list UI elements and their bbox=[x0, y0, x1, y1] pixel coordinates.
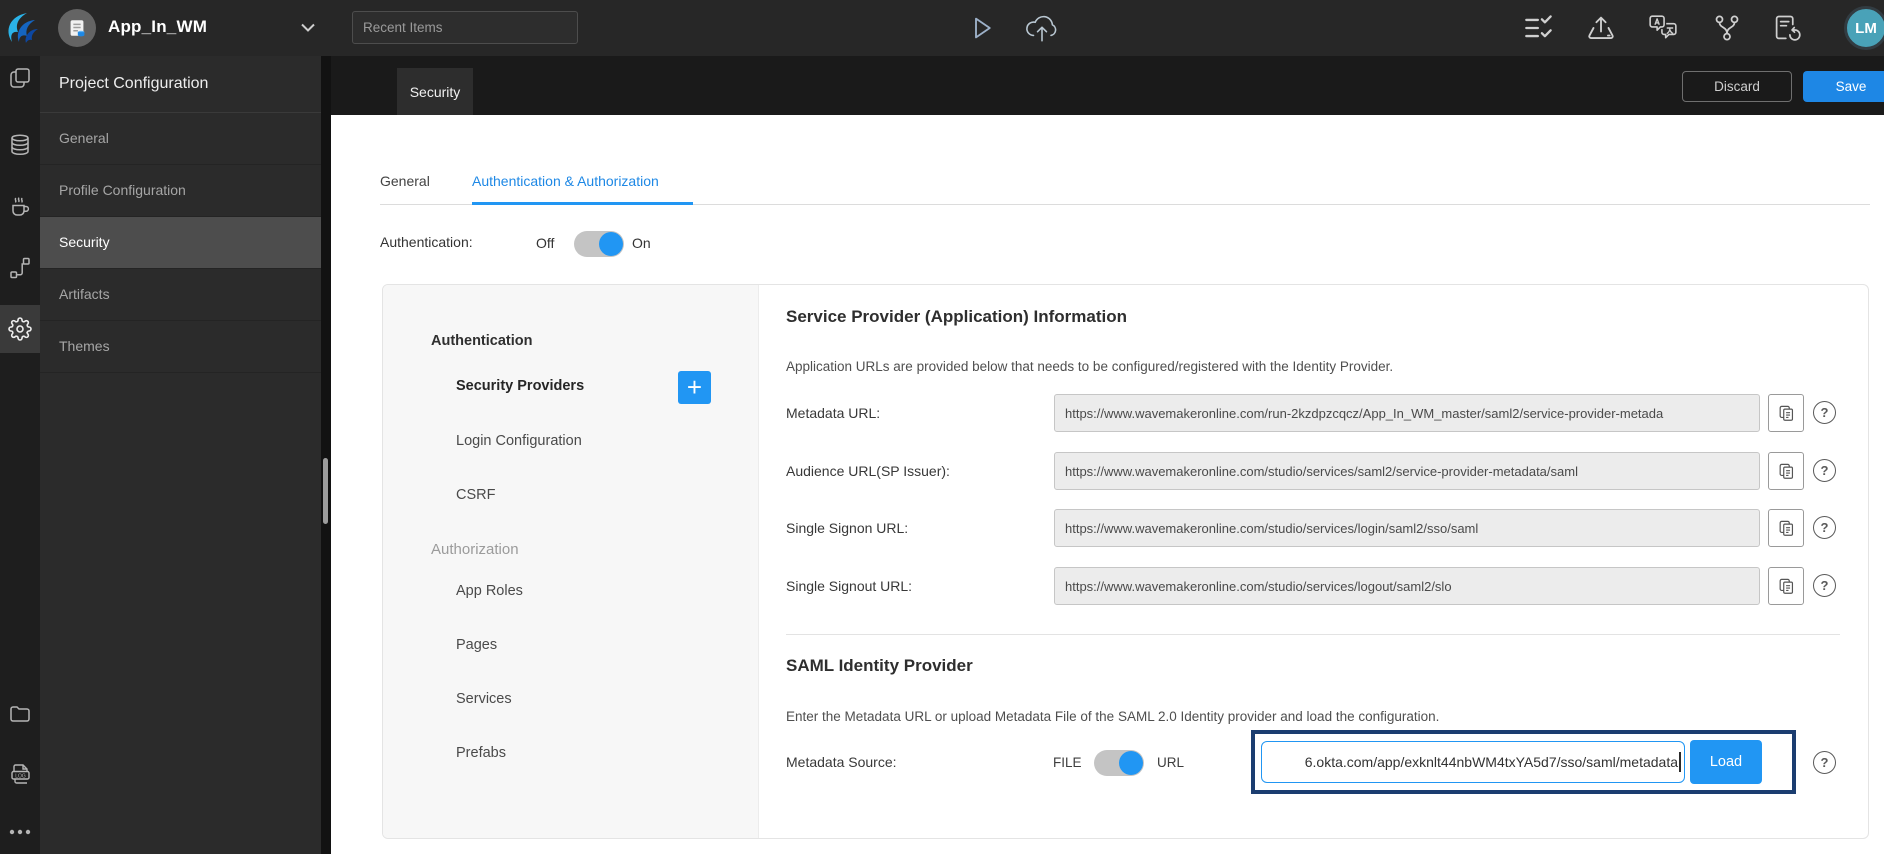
sidebar-item-artifacts[interactable]: Artifacts bbox=[40, 269, 321, 321]
metadata-source-label: Metadata Source: bbox=[786, 754, 897, 770]
metadata-url-help-icon[interactable]: ? bbox=[1813, 401, 1836, 424]
metadata-url-row: Metadata URL: ? bbox=[759, 394, 1868, 432]
metadata-url-label: Metadata URL: bbox=[786, 405, 881, 421]
java-services-icon[interactable] bbox=[8, 195, 32, 219]
audience-url-label: Audience URL(SP Issuer): bbox=[786, 463, 950, 479]
project-configuration-sidebar: Project Configuration General Profile Co… bbox=[40, 56, 321, 854]
add-security-provider-button[interactable] bbox=[678, 371, 711, 404]
nav-item-login-configuration[interactable]: Login Configuration bbox=[456, 431, 582, 451]
audience-url-row: Audience URL(SP Issuer): ? bbox=[759, 452, 1868, 490]
copy-single-signon-button[interactable] bbox=[1768, 509, 1804, 547]
logs-icon[interactable]: LOG bbox=[8, 762, 32, 786]
idp-metadata-url-input[interactable]: 6.okta.com/app/exknlt44nbWM4txYA5d7/sso/… bbox=[1261, 741, 1685, 783]
authentication-toggle[interactable] bbox=[574, 231, 624, 257]
deploy-cloud-upload-icon[interactable] bbox=[1024, 13, 1060, 43]
run-app-icon[interactable] bbox=[966, 13, 996, 43]
language-translate-icon[interactable] bbox=[1648, 13, 1678, 43]
active-tab-underline bbox=[472, 202, 693, 205]
pages-icon[interactable] bbox=[8, 66, 32, 90]
single-signout-help-icon[interactable]: ? bbox=[1813, 574, 1836, 597]
metadata-source-toggle-knob bbox=[1119, 751, 1143, 775]
nav-item-security-providers[interactable]: Security Providers bbox=[456, 376, 584, 396]
nav-item-pages[interactable]: Pages bbox=[456, 635, 497, 655]
toggle-off-label: Off bbox=[536, 235, 555, 251]
export-icon[interactable] bbox=[1586, 13, 1616, 43]
load-button[interactable]: Load bbox=[1690, 740, 1762, 784]
metadata-url-highlight-box: 6.okta.com/app/exknlt44nbWM4txYA5d7/sso/… bbox=[1251, 730, 1796, 794]
document-tab-security[interactable]: Security bbox=[397, 68, 473, 115]
sidebar-scroll-track[interactable] bbox=[321, 56, 331, 854]
sidebar-item-themes[interactable]: Themes bbox=[40, 321, 321, 373]
metadata-url-field[interactable] bbox=[1054, 394, 1760, 432]
copy-audience-url-button[interactable] bbox=[1768, 452, 1804, 490]
audience-url-field[interactable] bbox=[1054, 452, 1760, 490]
single-signout-label: Single Signout URL: bbox=[786, 578, 913, 594]
audience-url-help-icon[interactable]: ? bbox=[1813, 459, 1836, 482]
vcs-branch-icon[interactable] bbox=[1712, 13, 1742, 43]
document-tab-strip: Security Discard Save bbox=[331, 56, 1884, 115]
nav-item-csrf[interactable]: CSRF bbox=[456, 485, 495, 505]
save-button[interactable]: Save bbox=[1803, 71, 1884, 102]
main-content: Security Discard Save General Authentica… bbox=[331, 56, 1884, 854]
tab-authentication-authorization[interactable]: Authentication & Authorization bbox=[472, 171, 659, 191]
metadata-source-url-label: URL bbox=[1157, 755, 1185, 770]
file-sync-icon[interactable] bbox=[1772, 13, 1802, 43]
more-options-icon[interactable] bbox=[8, 828, 32, 852]
nav-item-prefabs[interactable]: Prefabs bbox=[456, 743, 506, 763]
nav-section-authentication: Authentication bbox=[431, 333, 533, 349]
copy-single-signout-button[interactable] bbox=[1768, 567, 1804, 605]
metadata-source-toggle[interactable] bbox=[1094, 750, 1144, 776]
file-explorer-folder-icon[interactable] bbox=[8, 702, 32, 726]
single-signon-help-icon[interactable]: ? bbox=[1813, 516, 1836, 539]
single-signout-row: Single Signout URL: ? bbox=[759, 567, 1868, 605]
saml-idp-description: Enter the Metadata URL or upload Metadat… bbox=[786, 709, 1440, 724]
project-avatar[interactable] bbox=[58, 9, 96, 47]
section-divider bbox=[786, 634, 1840, 635]
copy-metadata-url-button[interactable] bbox=[1768, 394, 1804, 432]
metadata-source-help-icon[interactable]: ? bbox=[1813, 751, 1836, 774]
saml-idp-title: SAML Identity Provider bbox=[786, 656, 973, 675]
single-signon-field[interactable] bbox=[1054, 509, 1760, 547]
authentication-toggle-knob bbox=[599, 232, 623, 256]
top-header: App_In_WM Recent Items LM bbox=[0, 0, 1884, 56]
wavemaker-studio-screen: App_In_WM Recent Items LM LOG Project Co… bbox=[0, 0, 1884, 854]
sidebar-scroll-thumb[interactable] bbox=[323, 458, 328, 524]
chevron-down-icon[interactable] bbox=[300, 23, 316, 33]
service-provider-title: Service Provider (Application) Informati… bbox=[786, 307, 1128, 326]
user-avatar[interactable]: LM bbox=[1844, 6, 1884, 50]
authentication-label: Authentication: bbox=[380, 234, 473, 250]
sidebar-item-general[interactable]: General bbox=[40, 113, 321, 165]
security-detail-pane: Service Provider (Application) Informati… bbox=[759, 285, 1868, 838]
wavemaker-logo-icon[interactable] bbox=[2, 8, 42, 48]
apis-flow-icon[interactable] bbox=[8, 256, 32, 280]
single-signon-row: Single Signon URL: ? bbox=[759, 509, 1868, 547]
security-nav-panel: Authentication Security Providers Login … bbox=[383, 285, 759, 838]
database-icon[interactable] bbox=[8, 133, 32, 157]
single-signon-label: Single Signon URL: bbox=[786, 520, 909, 536]
checklist-icon[interactable] bbox=[1524, 13, 1554, 43]
nav-item-app-roles[interactable]: App Roles bbox=[456, 581, 523, 601]
toggle-on-label: On bbox=[632, 235, 651, 251]
service-provider-description: Application URLs are provided below that… bbox=[786, 359, 1394, 374]
svg-text:LOG: LOG bbox=[15, 773, 26, 779]
metadata-source-file-label: FILE bbox=[1053, 755, 1082, 770]
discard-button[interactable]: Discard bbox=[1682, 71, 1792, 102]
tab-general[interactable]: General bbox=[380, 171, 430, 191]
nav-section-authorization: Authorization bbox=[431, 541, 519, 558]
idp-metadata-url-value: 6.okta.com/app/exknlt44nbWM4txYA5d7/sso/… bbox=[1304, 754, 1678, 770]
text-caret bbox=[1679, 752, 1681, 772]
sidebar-item-profile-configuration[interactable]: Profile Configuration bbox=[40, 165, 321, 217]
security-settings-panel: Authentication Security Providers Login … bbox=[382, 284, 1869, 839]
single-signout-field[interactable] bbox=[1054, 567, 1760, 605]
app-name: App_In_WM bbox=[108, 17, 208, 36]
left-icon-rail: LOG bbox=[0, 56, 40, 854]
sidebar-item-security[interactable]: Security bbox=[40, 217, 321, 269]
sidebar-title: Project Configuration bbox=[40, 56, 321, 113]
nav-item-services[interactable]: Services bbox=[456, 689, 512, 709]
recent-items-input[interactable] bbox=[352, 11, 578, 44]
settings-gear-icon[interactable] bbox=[8, 317, 32, 341]
